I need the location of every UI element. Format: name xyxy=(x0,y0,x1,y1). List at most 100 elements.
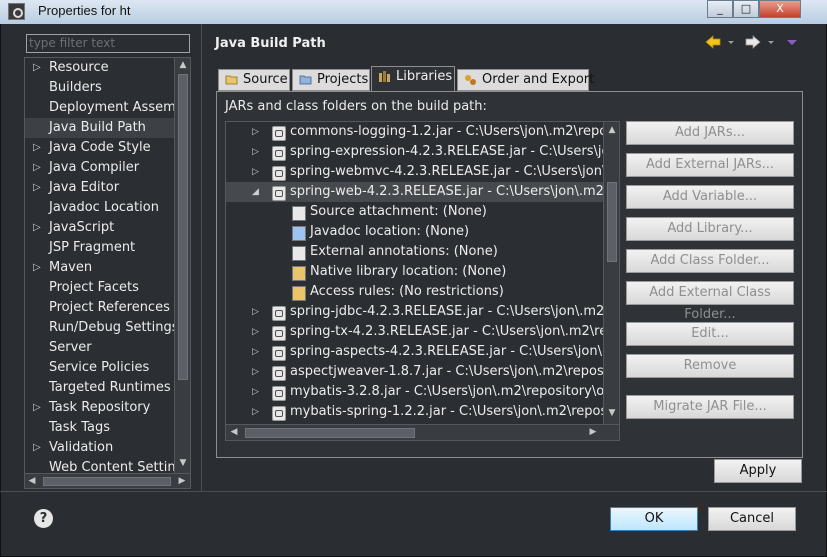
expand-arrow-icon[interactable]: ▷ xyxy=(252,382,259,402)
collapse-arrow-icon[interactable]: ◢ xyxy=(252,182,259,202)
tree-horizontal-scrollbar[interactable]: ◀ ▶ xyxy=(226,424,619,440)
library-attribute-row[interactable]: External annotations: (None) xyxy=(226,242,604,262)
view-menu-icon[interactable] xyxy=(787,40,797,45)
nav-item-java-editor[interactable]: ▷ Java Editor xyxy=(25,178,175,198)
nav-item-label: Javadoc Location xyxy=(49,200,159,215)
nav-item-javadoc-location[interactable]: Javadoc Location xyxy=(25,198,175,218)
migrate-jar-file-button[interactable]: Migrate JAR File... xyxy=(626,395,794,419)
library-attribute-row[interactable]: Access rules: (No restrictions) xyxy=(226,282,604,302)
jar-icon xyxy=(272,346,286,361)
expand-arrow-icon[interactable]: ▷ xyxy=(252,402,259,422)
maximize-button[interactable]: □ xyxy=(733,0,759,18)
nav-item-label: Validation xyxy=(49,440,114,455)
scroll-left-arrow[interactable]: ◀ xyxy=(27,476,37,486)
expand-arrow-icon[interactable]: ▷ xyxy=(33,438,41,458)
nav-item-targeted-runtimes[interactable]: Targeted Runtimes xyxy=(25,378,175,398)
expand-arrow-icon[interactable]: ▷ xyxy=(33,178,41,198)
footer-separator xyxy=(0,491,827,492)
nav-item-run-debug-settings[interactable]: Run/Debug Settings xyxy=(25,318,179,338)
add-library-button[interactable]: Add Library... xyxy=(626,217,794,241)
minimize-button[interactable]: _ xyxy=(707,0,733,18)
expand-arrow-icon[interactable]: ▷ xyxy=(33,138,41,158)
expand-arrow-icon[interactable]: ▷ xyxy=(33,398,41,418)
tree-scroll-thumb[interactable] xyxy=(607,182,617,262)
expand-arrow-icon[interactable]: ▷ xyxy=(33,58,41,78)
tab-projects[interactable]: Projects xyxy=(292,69,370,91)
tab-source[interactable]: Source xyxy=(218,69,290,91)
expand-arrow-icon[interactable]: ▷ xyxy=(33,258,41,278)
tree-scroll-left-arrow[interactable]: ◀ xyxy=(229,427,239,437)
nav-item-java-build-path[interactable]: Java Build Path xyxy=(25,118,175,138)
scroll-up-arrow[interactable]: ▲ xyxy=(175,60,190,70)
expand-arrow-icon[interactable]: ▷ xyxy=(33,218,41,238)
close-button[interactable]: X xyxy=(759,0,801,18)
nav-vertical-scrollbar[interactable]: ▲ ▼ xyxy=(174,58,190,473)
scroll-down-arrow[interactable]: ▼ xyxy=(175,458,190,468)
remove-button[interactable]: Remove xyxy=(626,354,794,378)
nav-item-maven[interactable]: ▷ Maven xyxy=(25,258,175,278)
library-row[interactable]: ▷ mybatis-3.2.8.jar - C:\Users\jon\.m2\re… xyxy=(226,382,619,402)
nav-item-server[interactable]: Server xyxy=(25,338,175,358)
nav-item-project-references[interactable]: Project References xyxy=(25,298,175,318)
apply-button[interactable]: Apply xyxy=(714,459,802,483)
library-row[interactable]: ▷ commons-logging-1.2.jar - C:\Users\jon\… xyxy=(226,122,619,142)
library-row[interactable]: ▷ spring-tx-4.2.3.RELEASE.jar - C:\Users\… xyxy=(226,322,619,342)
library-attribute-row[interactable]: Native library location: (None) xyxy=(226,262,604,282)
ok-button[interactable]: OK xyxy=(610,507,698,531)
tab-order-and-export[interactable]: Order and Export xyxy=(457,69,594,91)
cancel-button[interactable]: Cancel xyxy=(708,507,796,531)
scroll-right-arrow[interactable]: ▶ xyxy=(177,476,187,486)
add-variable-button[interactable]: Add Variable... xyxy=(626,185,794,209)
scroll-thumb-horizontal[interactable] xyxy=(43,477,171,486)
expand-arrow-icon[interactable]: ▷ xyxy=(252,162,259,182)
tree-scroll-thumb-horizontal[interactable] xyxy=(245,428,415,438)
add-external-class-folder-button[interactable]: Add External Class Folder... xyxy=(626,281,794,322)
expand-arrow-icon[interactable]: ▷ xyxy=(252,362,259,382)
library-row[interactable]: ▷ spring-jdbc-4.2.3.RELEASE.jar - C:\User… xyxy=(226,302,619,322)
nav-item-deployment-assembly[interactable]: Deployment Assembly xyxy=(25,98,190,118)
tree-scroll-down-arrow[interactable]: ▼ xyxy=(604,408,619,418)
library-row[interactable]: ▷ spring-expression-4.2.3.RELEASE.jar - C… xyxy=(226,142,619,162)
expand-arrow-icon[interactable]: ▷ xyxy=(252,322,259,342)
expand-arrow-icon[interactable]: ▷ xyxy=(252,122,259,142)
add-jars-button[interactable]: Add JARs... xyxy=(626,121,794,145)
nav-item-task-repository[interactable]: ▷ Task Repository xyxy=(25,398,175,418)
back-arrow-icon[interactable] xyxy=(705,35,734,49)
nav-item-label: Server xyxy=(49,340,92,355)
library-attribute-row[interactable]: Javadoc location: (None) xyxy=(226,222,604,242)
nav-item-service-policies[interactable]: Service Policies xyxy=(25,358,175,378)
tab-libraries[interactable]: Libraries xyxy=(371,66,455,92)
library-row[interactable]: ◢ spring-web-4.2.3.RELEASE.jar - C:\Users… xyxy=(226,182,619,202)
tree-scroll-right-arrow[interactable]: ▶ xyxy=(588,427,598,437)
filter-input[interactable]: type filter text xyxy=(26,34,190,53)
expand-arrow-icon[interactable]: ▷ xyxy=(252,342,259,362)
add-external-jars-button[interactable]: Add External JARs... xyxy=(626,153,794,177)
library-row[interactable]: ▷ mybatis-spring-1.2.2.jar - C:\Users\jon… xyxy=(226,402,619,422)
expand-arrow-icon[interactable]: ▷ xyxy=(33,158,41,178)
nav-horizontal-scrollbar[interactable]: ◀ ▶ xyxy=(25,473,190,488)
nav-item-validation[interactable]: ▷ Validation xyxy=(25,438,175,458)
add-class-folder-button[interactable]: Add Class Folder... xyxy=(626,249,794,273)
panel-splitter[interactable] xyxy=(201,24,202,492)
library-row[interactable]: ▷ aspectjweaver-1.8.7.jar - C:\Users\jon\… xyxy=(226,362,619,382)
expand-arrow-icon[interactable]: ▷ xyxy=(252,302,259,322)
tree-vertical-scrollbar[interactable]: ▲ ▼ xyxy=(603,122,619,424)
nav-item-resource[interactable]: ▷ Resource xyxy=(25,58,175,78)
tree-scroll-up-arrow[interactable]: ▲ xyxy=(604,125,619,135)
forward-arrow-icon[interactable] xyxy=(745,35,774,49)
nav-item-java-compiler[interactable]: ▷ Java Compiler xyxy=(25,158,175,178)
library-attribute-row[interactable]: Source attachment: (None) xyxy=(226,202,604,222)
nav-item-jsp-fragment[interactable]: JSP Fragment xyxy=(25,238,175,258)
library-row[interactable]: ▷ spring-aspects-4.2.3.RELEASE.jar - C:\U… xyxy=(226,342,619,362)
scroll-thumb[interactable] xyxy=(178,74,188,380)
edit-button[interactable]: Edit... xyxy=(626,322,794,346)
nav-item-javascript[interactable]: ▷ JavaScript xyxy=(25,218,175,238)
nav-item-project-facets[interactable]: Project Facets xyxy=(25,278,175,298)
library-row[interactable]: ▷ spring-webmvc-4.2.3.RELEASE.jar - C:\Us… xyxy=(226,162,619,182)
help-icon[interactable]: ? xyxy=(34,509,53,528)
row-label: mybatis-3.2.8.jar - C:\Users\jon\.m2\rep… xyxy=(290,384,620,399)
nav-item-java-code-style[interactable]: ▷ Java Code Style xyxy=(25,138,175,158)
nav-item-builders[interactable]: Builders xyxy=(25,78,175,98)
nav-item-task-tags[interactable]: Task Tags xyxy=(25,418,175,438)
expand-arrow-icon[interactable]: ▷ xyxy=(252,142,259,162)
